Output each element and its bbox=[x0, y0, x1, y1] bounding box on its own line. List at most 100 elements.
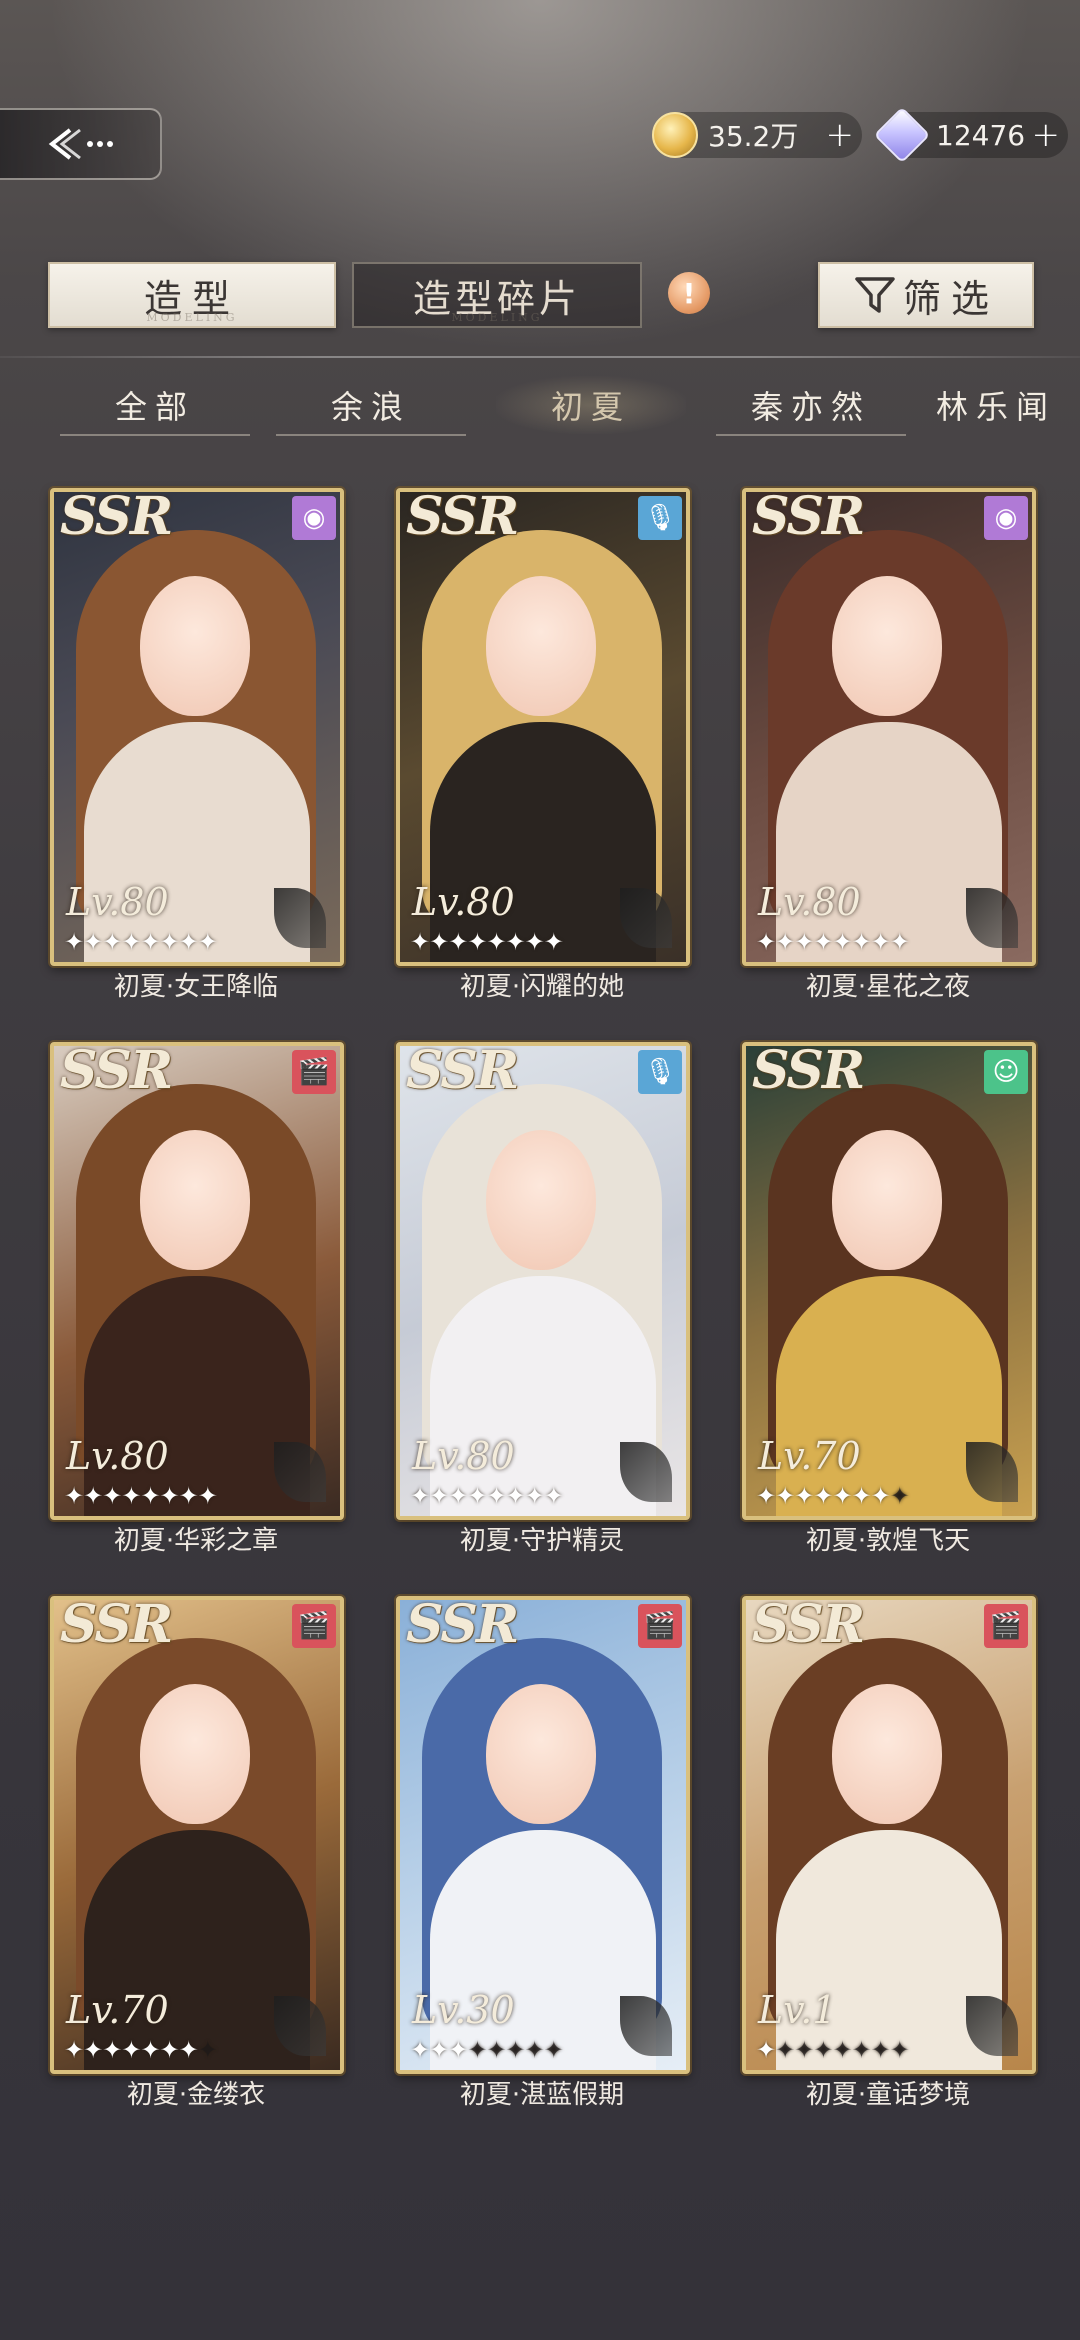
level-label: Lv.80 bbox=[412, 1434, 515, 1478]
outfit-card[interactable]: SSR 🎬 Lv.70 ✦✦✦✦✦✦✦✦ bbox=[50, 1596, 344, 2074]
outfit-card[interactable]: SSR ☺ Lv.70 ✦✦✦✦✦✦✦✦ bbox=[742, 1042, 1036, 1520]
outfit-card[interactable]: SSR 🎙 Lv.80 ✦✦✦✦✦✦✦✦ bbox=[396, 488, 690, 966]
card-art-face bbox=[486, 1130, 596, 1270]
star-icon: ✦ bbox=[410, 2036, 430, 2064]
outfit-card[interactable]: SSR ◉ Lv.80 ✦✦✦✦✦✦✦✦ bbox=[50, 488, 344, 966]
char-tab-label: 余浪 bbox=[330, 388, 411, 426]
star-icon: ✦ bbox=[83, 2036, 103, 2064]
star-icon: ✦ bbox=[505, 928, 526, 956]
outfit-card-name: 初夏·女王降临 bbox=[113, 972, 279, 1002]
coin-value: 35.2万 bbox=[708, 120, 799, 153]
star-icon: ✦ bbox=[813, 1482, 833, 1510]
level-label: Lv.80 bbox=[758, 880, 861, 924]
outfit-card-name: 初夏·守护精灵 bbox=[459, 1526, 625, 1556]
level-label: Lv.70 bbox=[66, 1988, 169, 2032]
char-tab-chuxia[interactable]: 初夏 bbox=[496, 376, 686, 434]
rarity-label: SSR bbox=[60, 1596, 173, 1655]
star-icon: ✦ bbox=[524, 928, 545, 956]
star-icon: ✦ bbox=[448, 2036, 468, 2064]
add-gems-button[interactable]: + bbox=[1032, 115, 1061, 155]
star-icon: ✦ bbox=[889, 1482, 910, 1510]
outfit-card-name: 初夏·闪耀的她 bbox=[459, 972, 625, 1002]
star-icon: ✦ bbox=[543, 2036, 564, 2064]
clapper-icon: 🎬 bbox=[638, 1604, 682, 1648]
add-coins-button[interactable]: + bbox=[826, 115, 855, 155]
clapper-icon: 🎬 bbox=[292, 1604, 336, 1648]
star-icon: ✦ bbox=[467, 2036, 487, 2064]
outfit-card-name: 初夏·华彩之章 bbox=[113, 1526, 279, 1556]
star-icon: ✦ bbox=[410, 928, 430, 956]
outfit-card[interactable]: SSR 🎬 Lv.1 ✦✦✦✦✦✦✦✦ bbox=[742, 1596, 1036, 2074]
outfit-card-name: 初夏·湛蓝假期 bbox=[459, 2080, 625, 2110]
star-icon: ✦ bbox=[775, 1482, 795, 1510]
star-icon: ✦ bbox=[121, 2036, 141, 2064]
star-icon: ✦ bbox=[64, 1482, 84, 1510]
star-rating: ✦✦✦✦✦✦✦✦ bbox=[64, 2036, 218, 2064]
tab-outfit[interactable]: 造型 MODELING bbox=[48, 262, 336, 328]
camera-icon: ◉ bbox=[292, 496, 336, 540]
star-rating: ✦✦✦✦✦✦✦✦ bbox=[410, 1482, 564, 1510]
star-rating: ✦✦✦✦✦✦✦✦ bbox=[756, 2036, 910, 2064]
back-button[interactable] bbox=[0, 108, 162, 180]
outfit-card[interactable]: SSR ◉ Lv.80 ✦✦✦✦✦✦✦✦ bbox=[742, 488, 1036, 966]
outfit-card-name: 初夏·星花之夜 bbox=[805, 972, 971, 1002]
alert-icon[interactable]: ! bbox=[668, 272, 710, 314]
level-label: Lv.1 bbox=[758, 1988, 837, 2032]
star-rating: ✦✦✦✦✦✦✦✦ bbox=[410, 928, 564, 956]
star-icon: ✦ bbox=[486, 2036, 506, 2064]
tab-fragments-sub: MODELING bbox=[451, 311, 543, 324]
star-icon: ✦ bbox=[794, 2036, 814, 2064]
star-icon: ✦ bbox=[102, 1482, 122, 1510]
star-icon: ✦ bbox=[448, 928, 468, 956]
star-icon: ✦ bbox=[870, 1482, 891, 1510]
filter-icon bbox=[855, 277, 895, 313]
outfit-card[interactable]: SSR 🎙 Lv.80 ✦✦✦✦✦✦✦✦ bbox=[396, 1042, 690, 1520]
star-icon: ✦ bbox=[429, 2036, 449, 2064]
char-tab-label: 秦亦然 bbox=[750, 388, 871, 426]
outfit-card[interactable]: SSR 🎬 Lv.80 ✦✦✦✦✦✦✦✦ bbox=[50, 1042, 344, 1520]
star-icon: ✦ bbox=[543, 928, 564, 956]
coin-icon bbox=[652, 112, 698, 158]
tab-outfit-fragments[interactable]: 造型碎片 MODELING bbox=[352, 262, 642, 328]
star-icon: ✦ bbox=[505, 1482, 526, 1510]
star-icon: ✦ bbox=[467, 928, 487, 956]
star-rating: ✦✦✦✦✦✦✦✦ bbox=[64, 928, 218, 956]
star-rating: ✦✦✦✦✦✦✦✦ bbox=[756, 928, 910, 956]
star-icon: ✦ bbox=[813, 2036, 833, 2064]
rarity-label: SSR bbox=[406, 488, 519, 547]
rarity-label: SSR bbox=[752, 1596, 865, 1655]
card-art-face bbox=[832, 576, 942, 716]
star-icon: ✦ bbox=[486, 928, 506, 956]
char-tab-qinyiran[interactable]: 秦亦然 bbox=[716, 376, 906, 436]
char-tab-all[interactable]: 全部 bbox=[60, 376, 250, 436]
card-art-face bbox=[486, 1684, 596, 1824]
mic-icon: 🎙 bbox=[638, 496, 682, 540]
mic-icon: 🎙 bbox=[638, 1050, 682, 1094]
char-tab-yulang[interactable]: 余浪 bbox=[276, 376, 466, 436]
char-tab-linlewen[interactable]: 林乐闻 bbox=[936, 376, 1080, 434]
star-rating: ✦✦✦✦✦✦✦✦ bbox=[410, 2036, 564, 2064]
filter-label: 筛选 bbox=[902, 276, 999, 321]
smile-icon: ☺ bbox=[984, 1050, 1028, 1094]
rarity-label: SSR bbox=[60, 488, 173, 547]
back-arrow-icon bbox=[48, 128, 113, 160]
star-icon: ✦ bbox=[410, 1482, 430, 1510]
card-art-face bbox=[486, 576, 596, 716]
level-label: Lv.30 bbox=[412, 1988, 515, 2032]
star-icon: ✦ bbox=[448, 1482, 468, 1510]
char-tab-label: 林乐闻 bbox=[936, 388, 1057, 426]
clapper-icon: 🎬 bbox=[292, 1050, 336, 1094]
rarity-label: SSR bbox=[752, 488, 865, 547]
clapper-icon: 🎬 bbox=[984, 1604, 1028, 1648]
coin-counter: 35.2万 + bbox=[652, 112, 862, 158]
star-icon: ✦ bbox=[524, 1482, 545, 1510]
star-icon: ✦ bbox=[870, 2036, 891, 2064]
card-art-face bbox=[140, 1684, 250, 1824]
level-label: Lv.80 bbox=[412, 880, 515, 924]
star-icon: ✦ bbox=[140, 928, 160, 956]
outfit-card[interactable]: SSR 🎬 Lv.30 ✦✦✦✦✦✦✦✦ bbox=[396, 1596, 690, 2074]
star-icon: ✦ bbox=[159, 2036, 180, 2064]
filter-button[interactable]: 筛选 bbox=[818, 262, 1034, 328]
star-icon: ✦ bbox=[775, 928, 795, 956]
star-icon: ✦ bbox=[102, 928, 122, 956]
